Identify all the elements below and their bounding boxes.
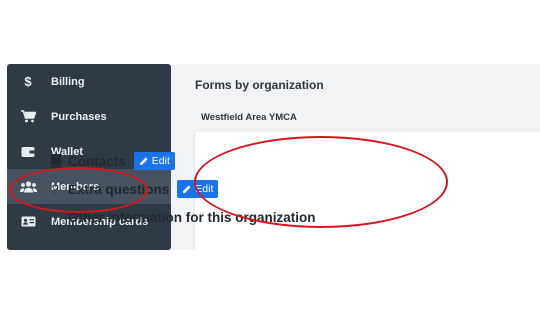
wallet-icon bbox=[19, 145, 37, 159]
edit-extra-questions-button[interactable]: Edit bbox=[177, 180, 219, 198]
sidebar-item-label: Billing bbox=[51, 75, 85, 88]
edit-button-label: Edit bbox=[151, 155, 170, 167]
form-row-extra-questions: ? Extra questions Edit bbox=[48, 180, 219, 198]
form-row-contacts: Contacts Edit bbox=[48, 152, 175, 170]
id-card-icon bbox=[19, 215, 37, 229]
question-icon: ? bbox=[51, 209, 59, 225]
edit-contacts-button[interactable]: Edit bbox=[133, 152, 175, 170]
forms-card bbox=[194, 132, 540, 250]
form-row-other-information: ? Other information for this organizatio… bbox=[48, 209, 316, 225]
question-icon: ? bbox=[51, 181, 59, 197]
cart-icon bbox=[19, 110, 37, 124]
pencil-icon bbox=[182, 184, 192, 194]
organization-name: Westfield Area YMCA bbox=[201, 112, 297, 123]
pencil-icon bbox=[139, 156, 149, 166]
sidebar-item-label: Purchases bbox=[51, 110, 107, 123]
sidebar-item-billing[interactable]: $ Billing bbox=[7, 64, 171, 99]
members-icon bbox=[19, 180, 37, 194]
form-label: Contacts bbox=[68, 153, 126, 169]
form-label: Extra questions bbox=[68, 181, 170, 197]
page-title: Forms by organization bbox=[195, 78, 324, 92]
dollar-icon: $ bbox=[24, 74, 32, 89]
book-icon bbox=[48, 154, 62, 168]
edit-button-label: Edit bbox=[195, 183, 214, 195]
sidebar-item-purchases[interactable]: Purchases bbox=[7, 99, 171, 134]
form-label: Other information for this organization bbox=[68, 209, 316, 225]
